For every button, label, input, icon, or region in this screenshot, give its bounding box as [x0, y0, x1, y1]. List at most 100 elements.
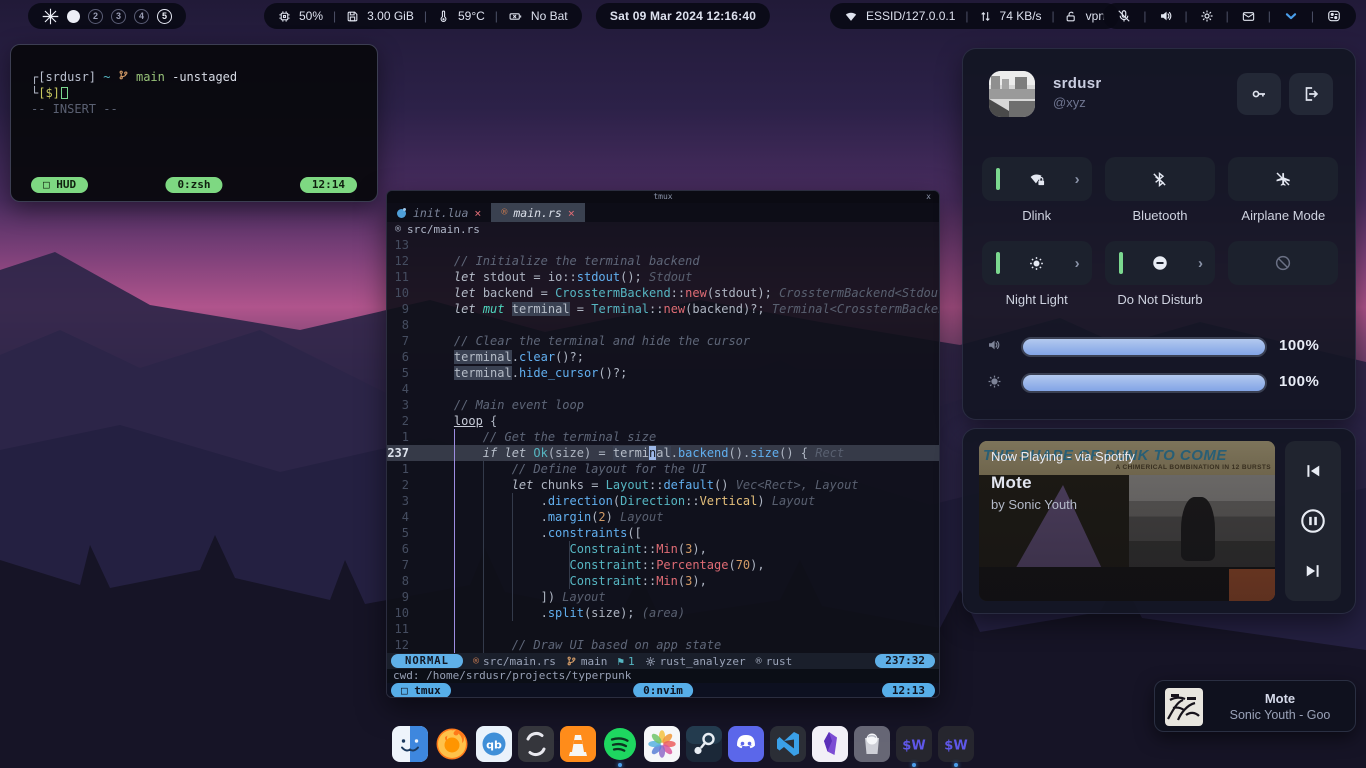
- toggle-night-light[interactable]: ›: [982, 241, 1092, 285]
- microphone-muted-icon[interactable]: [1117, 9, 1131, 23]
- toggle-bluetooth[interactable]: [1105, 157, 1215, 201]
- media-notification[interactable]: Mote Sonic Youth - Goo: [1154, 680, 1356, 732]
- workspace-switcher: 2345: [67, 9, 172, 24]
- wifilock-icon: [1027, 171, 1047, 188]
- dock-vlc-icon[interactable]: [560, 726, 596, 762]
- volume-slider[interactable]: [1021, 337, 1267, 357]
- network-speed: 74 KB/s: [1000, 9, 1042, 23]
- media-controls: [1285, 441, 1341, 601]
- tab-main-rs[interactable]: ® main.rs ×: [491, 203, 584, 222]
- tmux-statusbar: □ tmux 0:nvim 12:13: [387, 683, 939, 698]
- terminal-content: ┌[srdusr] ~ main -unstaged └[$] -- INSER…: [31, 69, 367, 117]
- code-line: 3 // Main event loop: [387, 397, 939, 413]
- workspace-5[interactable]: 5: [157, 9, 172, 24]
- dock-firefox-icon[interactable]: [434, 726, 470, 762]
- workspace-3[interactable]: 3: [111, 9, 126, 24]
- svg-text:qb: qb: [486, 739, 502, 752]
- now-playing-status: Now Playing - via Spotify: [991, 449, 1135, 464]
- filetype: rust: [766, 655, 793, 668]
- toggle-active-indicator: [1119, 252, 1123, 274]
- rust-file-icon: ®: [501, 207, 507, 218]
- workspace-occupied-dot[interactable]: [67, 10, 80, 23]
- tmux-window-pill[interactable]: 0:nvim: [633, 683, 693, 698]
- brightness-icon: [987, 374, 1002, 389]
- next-track-button[interactable]: [1285, 553, 1341, 589]
- tmux-session-pill: □ tmux: [391, 683, 451, 698]
- key-icon: [1250, 85, 1268, 103]
- svg-text:$W: $W: [944, 739, 967, 754]
- vpn-label: vpn: [1086, 9, 1105, 23]
- tab-close-icon[interactable]: ×: [474, 206, 481, 220]
- toggle-blocked[interactable]: [1228, 241, 1338, 285]
- system-stats-island: 50% | 3.00 GiB | 59°C | No Bat: [264, 3, 582, 29]
- password-key-button[interactable]: [1237, 73, 1281, 115]
- chevron-right-icon[interactable]: ›: [1075, 255, 1080, 272]
- line-number: 2: [387, 413, 417, 429]
- toggle-cell: Airplane Mode: [1222, 157, 1345, 241]
- line-number: 4: [387, 509, 417, 525]
- prompt-line-1: ┌[srdusr] ~ main -unstaged: [31, 69, 367, 85]
- line-number: 1: [387, 429, 417, 445]
- statusline-file: src/main.rs: [483, 655, 556, 668]
- volume-icon[interactable]: [1159, 9, 1173, 23]
- dock-spotify-icon[interactable]: [602, 726, 638, 762]
- memory-icon: [346, 10, 359, 23]
- toggle-dlink[interactable]: ›: [982, 157, 1092, 201]
- temperature: 59°C: [458, 9, 485, 23]
- mail-tray-icon[interactable]: [1241, 10, 1256, 23]
- toggle-label: Bluetooth: [1133, 208, 1188, 224]
- hud-pill: □ HUD: [31, 177, 88, 193]
- code-area[interactable]: 1312 // Initialize the terminal backend1…: [387, 237, 939, 653]
- toggle-cell: Bluetooth: [1098, 157, 1221, 241]
- code-line: 7 // Clear the terminal and hide the cur…: [387, 333, 939, 349]
- next-icon: [1303, 561, 1323, 581]
- tab-init-lua[interactable]: init.lua ×: [387, 203, 491, 222]
- dock-vscode-icon[interactable]: [770, 726, 806, 762]
- brightness-slider[interactable]: [1021, 373, 1267, 393]
- workspace-2[interactable]: 2: [88, 9, 103, 24]
- planeoff-icon: [1274, 170, 1292, 188]
- chevron-right-icon[interactable]: ›: [1075, 171, 1080, 188]
- clock-island: Sat 09 Mar 2024 12:16:40: [596, 3, 770, 29]
- terminal-status-bar: □ HUD 0:zsh 12:14: [11, 177, 377, 193]
- dock-steam-icon[interactable]: [686, 726, 722, 762]
- chevron-down-icon[interactable]: [1283, 10, 1299, 23]
- settings-gear-icon[interactable]: [1200, 9, 1214, 23]
- prompt-path: ~: [103, 70, 110, 84]
- window-close-button[interactable]: x: [926, 191, 931, 203]
- dock-file-manager-icon[interactable]: [392, 726, 428, 762]
- toggle-label: Airplane Mode: [1241, 208, 1325, 224]
- line-number: 9: [387, 301, 417, 317]
- workspace-4[interactable]: 4: [134, 9, 149, 24]
- prompt-user: [srdusr]: [38, 70, 96, 84]
- toggle-airplane-mode[interactable]: [1228, 157, 1338, 201]
- network-traffic-icon: [979, 10, 992, 23]
- line-number: 3: [387, 397, 417, 413]
- logout-button[interactable]: [1289, 73, 1333, 115]
- toggle-label: Do Not Disturb: [1117, 292, 1202, 308]
- dock-discord-icon[interactable]: [728, 726, 764, 762]
- dock-sw-app-icon[interactable]: $W: [938, 726, 974, 762]
- code-line: 1 // Define layout for the UI: [387, 461, 939, 477]
- running-indicator: [954, 763, 958, 767]
- line-number: 9: [387, 589, 417, 605]
- dock-obsidian-icon[interactable]: [812, 726, 848, 762]
- quick-settings-icon[interactable]: [1326, 9, 1342, 23]
- dock-qbittorrent-icon[interactable]: qb: [476, 726, 512, 762]
- statusline-branch: main: [581, 655, 608, 668]
- diagnostics-count: 1: [628, 655, 635, 668]
- dock-sw-app-icon[interactable]: $W: [896, 726, 932, 762]
- chevron-right-icon[interactable]: ›: [1198, 255, 1203, 272]
- previous-track-button[interactable]: [1285, 453, 1341, 489]
- toggle-do-not-disturb[interactable]: ›: [1105, 241, 1215, 285]
- launcher-logo-icon[interactable]: [42, 8, 59, 25]
- dock-photos-icon[interactable]: [644, 726, 680, 762]
- line-number: 5: [387, 525, 417, 541]
- dock-trash-icon[interactable]: [854, 726, 890, 762]
- line-number: 237: [387, 445, 417, 461]
- top-status-bar: 2345 50% | 3.00 GiB | 59°C | No Bat Sat …: [0, 0, 1366, 32]
- pause-button[interactable]: [1285, 503, 1341, 539]
- tab-close-icon[interactable]: ×: [568, 206, 575, 220]
- dock-obs-icon[interactable]: [518, 726, 554, 762]
- essid: ESSID/127.0.0.1: [866, 9, 955, 23]
